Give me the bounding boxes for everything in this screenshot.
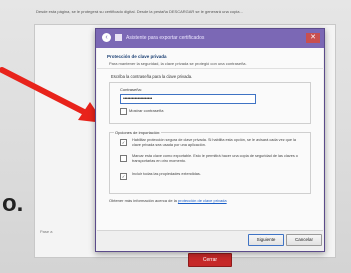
certificate-icon: [115, 34, 122, 41]
red-arrow-annotation: [0, 67, 104, 123]
password-label: Contraseña:: [120, 87, 142, 92]
more-info-row: Obtener más información acerca de la pro…: [109, 198, 227, 203]
cancel-button[interactable]: Cancelar: [286, 234, 322, 246]
password-heading: Escriba la contraseña para la clave priv…: [111, 74, 193, 79]
password-group: Contraseña: •••••••••••••••••••• Mostrar…: [109, 82, 311, 124]
more-info-link[interactable]: protección de clave privada: [178, 198, 227, 203]
option-text-3: Incluir todas las propiedades extendidas…: [132, 172, 201, 176]
option-checkbox-3[interactable]: ✓: [120, 173, 127, 180]
dialog-title: Asistente para exportar certificados: [126, 35, 205, 41]
divider: [97, 68, 323, 69]
section-title: Protección de clave privada: [107, 54, 167, 59]
show-password-checkbox[interactable]: [120, 108, 127, 115]
dialog-content: Protección de clave privada Para mantene…: [97, 48, 323, 231]
option-text-2: Marcar esta clave como exportable. Esto …: [132, 154, 298, 163]
option-checkbox-1[interactable]: ✓: [120, 139, 127, 146]
page-intro-text: Desde esta página, se le protegerá su ce…: [36, 9, 243, 14]
option-text-1: Habilitar protección segura de clave pri…: [132, 138, 296, 147]
show-password-label: Mostrar contraseña: [129, 108, 164, 113]
export-dialog: ‹ Asistente para exportar certificados ✕…: [95, 28, 325, 252]
more-info-prefix: Obtener más información acerca de la: [109, 198, 178, 203]
bullet-dot: o.: [2, 190, 24, 217]
back-arrow-icon[interactable]: ‹: [102, 33, 111, 42]
section-description: Para mantener la seguridad, la clave pri…: [109, 61, 247, 66]
page-red-button[interactable]: Cerrar: [188, 253, 232, 267]
import-options-group: Opciones de importación: ✓ Habilitar pro…: [109, 130, 311, 194]
import-options-label: Opciones de importación:: [114, 130, 162, 135]
dialog-titlebar: ‹ Asistente para exportar certificados ✕: [96, 29, 324, 48]
password-input[interactable]: ••••••••••••••••••••: [120, 94, 256, 104]
close-icon[interactable]: ✕: [306, 33, 320, 43]
page-side-text: Pase a: [40, 229, 53, 234]
next-button[interactable]: Siguiente: [248, 234, 284, 246]
option-checkbox-2[interactable]: [120, 155, 127, 162]
